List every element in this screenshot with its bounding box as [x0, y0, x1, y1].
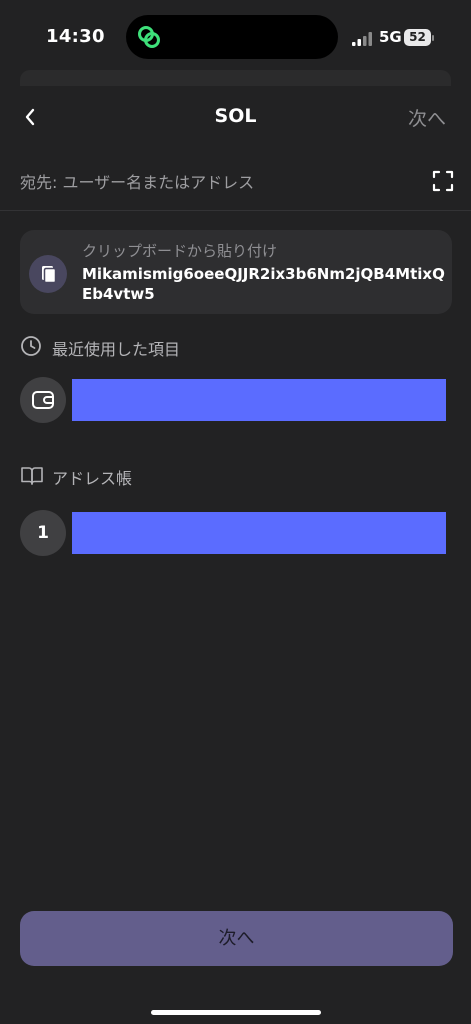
status-time: 14:30	[46, 26, 105, 47]
clipboard-icon-bg	[29, 255, 67, 293]
recent-item-redacted[interactable]	[72, 379, 446, 421]
battery-tip	[432, 35, 434, 41]
sheet-edge	[20, 70, 451, 86]
book-icon	[21, 467, 43, 485]
home-indicator	[151, 1010, 321, 1015]
page-title: SOL	[214, 105, 257, 127]
scan-icon[interactable]	[432, 170, 454, 192]
clipboard-title: クリップボードから貼り付け	[82, 242, 278, 260]
battery-level: 52	[404, 29, 431, 46]
clipboard-icon	[42, 266, 57, 284]
wallet-icon	[32, 391, 54, 409]
link-icon	[138, 26, 160, 48]
clock-icon	[21, 336, 41, 356]
signal-icon	[352, 32, 372, 46]
address-book-item-avatar[interactable]: 1	[20, 510, 66, 556]
recent-item-avatar[interactable]	[20, 377, 66, 423]
next-button[interactable]: 次へ	[20, 911, 453, 966]
nav-next-button[interactable]: 次へ	[408, 104, 446, 131]
network-type: 5G	[379, 28, 402, 46]
address-book-item-redacted[interactable]	[72, 512, 446, 554]
address-book-label: アドレス帳	[52, 469, 133, 488]
recent-section-label: 最近使用した項目	[52, 340, 181, 359]
recipient-placeholder[interactable]: 宛先: ユーザー名またはアドレス	[20, 169, 254, 193]
clipboard-address: Mikamismig6oeeQJJR2ix3b6Nm2jQB4MtixQEb4v…	[82, 265, 445, 303]
